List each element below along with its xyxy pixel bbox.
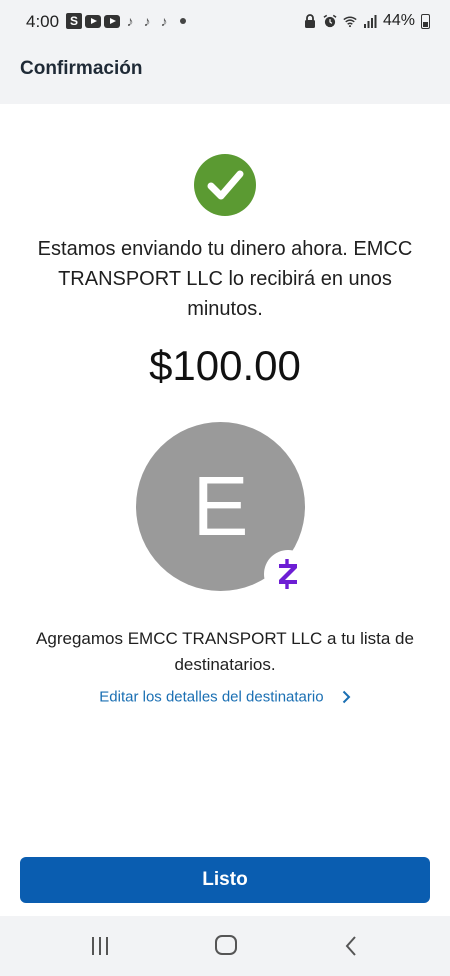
youtube-icon (85, 14, 101, 28)
wifi-icon (343, 16, 357, 27)
system-nav-bar (0, 916, 450, 976)
tiktok-icon: ♪ (160, 13, 168, 29)
edit-recipient-link-label[interactable]: Editar los detalles del destinatario (99, 689, 323, 706)
recipient-added-text: Agregamos EMCC TRANSPORT LLC a tu lista … (36, 629, 414, 674)
transfer-amount: $100.00 (149, 342, 301, 389)
system-status: 44% (303, 12, 430, 30)
s-app-icon: S (66, 13, 82, 29)
dot-icon (180, 18, 186, 24)
tiktok-icon: ♪ (126, 13, 134, 29)
status-bar: 4:00 S ♪ ♪ ♪ 44% (0, 0, 450, 44)
status-time: 4:00 (26, 12, 60, 31)
signal-icon (363, 14, 377, 28)
home-icon[interactable] (215, 935, 237, 955)
done-button[interactable]: Listo (20, 857, 430, 903)
battery-icon (421, 13, 430, 29)
alarm-icon (323, 14, 337, 27)
edit-recipient-link[interactable]: Editar los detalles del destinatario (0, 688, 450, 706)
chevron-right-icon (342, 690, 351, 704)
battery-percent: 44% (382, 12, 415, 29)
zelle-icon (264, 550, 312, 598)
notification-icons: S ♪ ♪ ♪ (66, 13, 186, 29)
recent-apps-icon[interactable] (90, 936, 110, 956)
tiktok-icon: ♪ (143, 13, 151, 29)
youtube-icon (104, 14, 120, 28)
back-icon[interactable] (344, 935, 358, 957)
page-title: Confirmación (20, 58, 143, 79)
app-header: Confirmación (0, 44, 450, 104)
checkmark-icon (194, 154, 256, 216)
confirmation-message: Estamos enviando tu dinero ahora. EMCC T… (37, 238, 413, 320)
lock-icon (304, 13, 315, 28)
